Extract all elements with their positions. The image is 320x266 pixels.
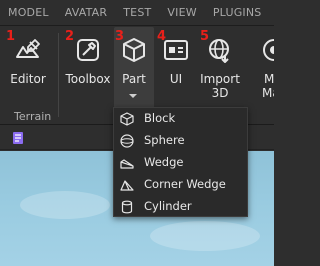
script-icon[interactable]	[12, 131, 26, 145]
part-button[interactable]: 3 Part	[114, 27, 154, 113]
editor-label: Editor	[10, 72, 46, 86]
terrain-group-label: Terrain	[14, 110, 52, 123]
ui-label: UI	[169, 72, 183, 86]
import-3d-button[interactable]: 5 Import 3D	[198, 27, 242, 113]
material-button[interactable]: M Ma	[252, 27, 274, 113]
ribbon-divider	[58, 33, 59, 117]
part-dropdown-menu: Block Sphere Wedge Corner Wedge Cylinder	[113, 107, 248, 217]
cylinder-icon	[121, 200, 133, 214]
tab-plugins[interactable]: PLUGINS	[205, 0, 270, 26]
toolbox-icon	[77, 39, 99, 61]
terrain-editor-icon	[16, 39, 40, 58]
block-icon	[120, 112, 134, 126]
tab-avatar[interactable]: AVATAR	[57, 0, 116, 26]
cloud	[150, 221, 260, 251]
editor-button[interactable]: 1 Editor	[4, 27, 52, 113]
part-dropdown-caret-icon[interactable]	[129, 94, 137, 98]
material-icon	[263, 39, 274, 61]
part-cube-icon	[123, 38, 145, 62]
menu-item-corner-wedge[interactable]: Corner Wedge	[114, 174, 247, 196]
ui-icon	[164, 40, 188, 60]
part-label: Part	[122, 72, 146, 86]
ui-button[interactable]: 4 UI	[156, 27, 196, 113]
import-3d-icon	[209, 39, 229, 63]
tab-model[interactable]: MODEL	[0, 0, 57, 26]
menu-item-block[interactable]: Block	[114, 108, 247, 130]
menu-item-sphere[interactable]: Sphere	[114, 130, 247, 152]
menu-item-wedge[interactable]: Wedge	[114, 152, 247, 174]
tab-test[interactable]: TEST	[115, 0, 159, 26]
corner-wedge-icon	[120, 180, 134, 191]
menu-item-label: Wedge	[144, 155, 184, 169]
menu-item-label: Block	[144, 111, 176, 125]
menu-item-cylinder[interactable]: Cylinder	[114, 196, 247, 218]
menu-item-label: Sphere	[144, 133, 185, 147]
import-3d-label-line2: 3D	[211, 86, 229, 100]
sphere-icon	[120, 134, 134, 148]
material-label: M	[264, 72, 274, 86]
import-3d-label: Import	[200, 72, 240, 86]
studio-window: MODEL AVATAR TEST VIEW PLUGINS 1 Editor …	[0, 0, 274, 266]
tab-view[interactable]: VIEW	[159, 0, 204, 26]
toolbox-label: Toolbox	[65, 72, 111, 86]
wedge-icon	[120, 159, 134, 169]
toolbox-button[interactable]: 2 Toolbox	[62, 27, 114, 113]
menu-bar: MODEL AVATAR TEST VIEW PLUGINS	[0, 0, 274, 26]
material-label-line2: Ma	[262, 86, 274, 100]
step-number: 2	[65, 29, 75, 44]
menu-item-label: Cylinder	[144, 199, 192, 213]
cloud	[20, 191, 110, 219]
menu-item-label: Corner Wedge	[144, 177, 226, 191]
